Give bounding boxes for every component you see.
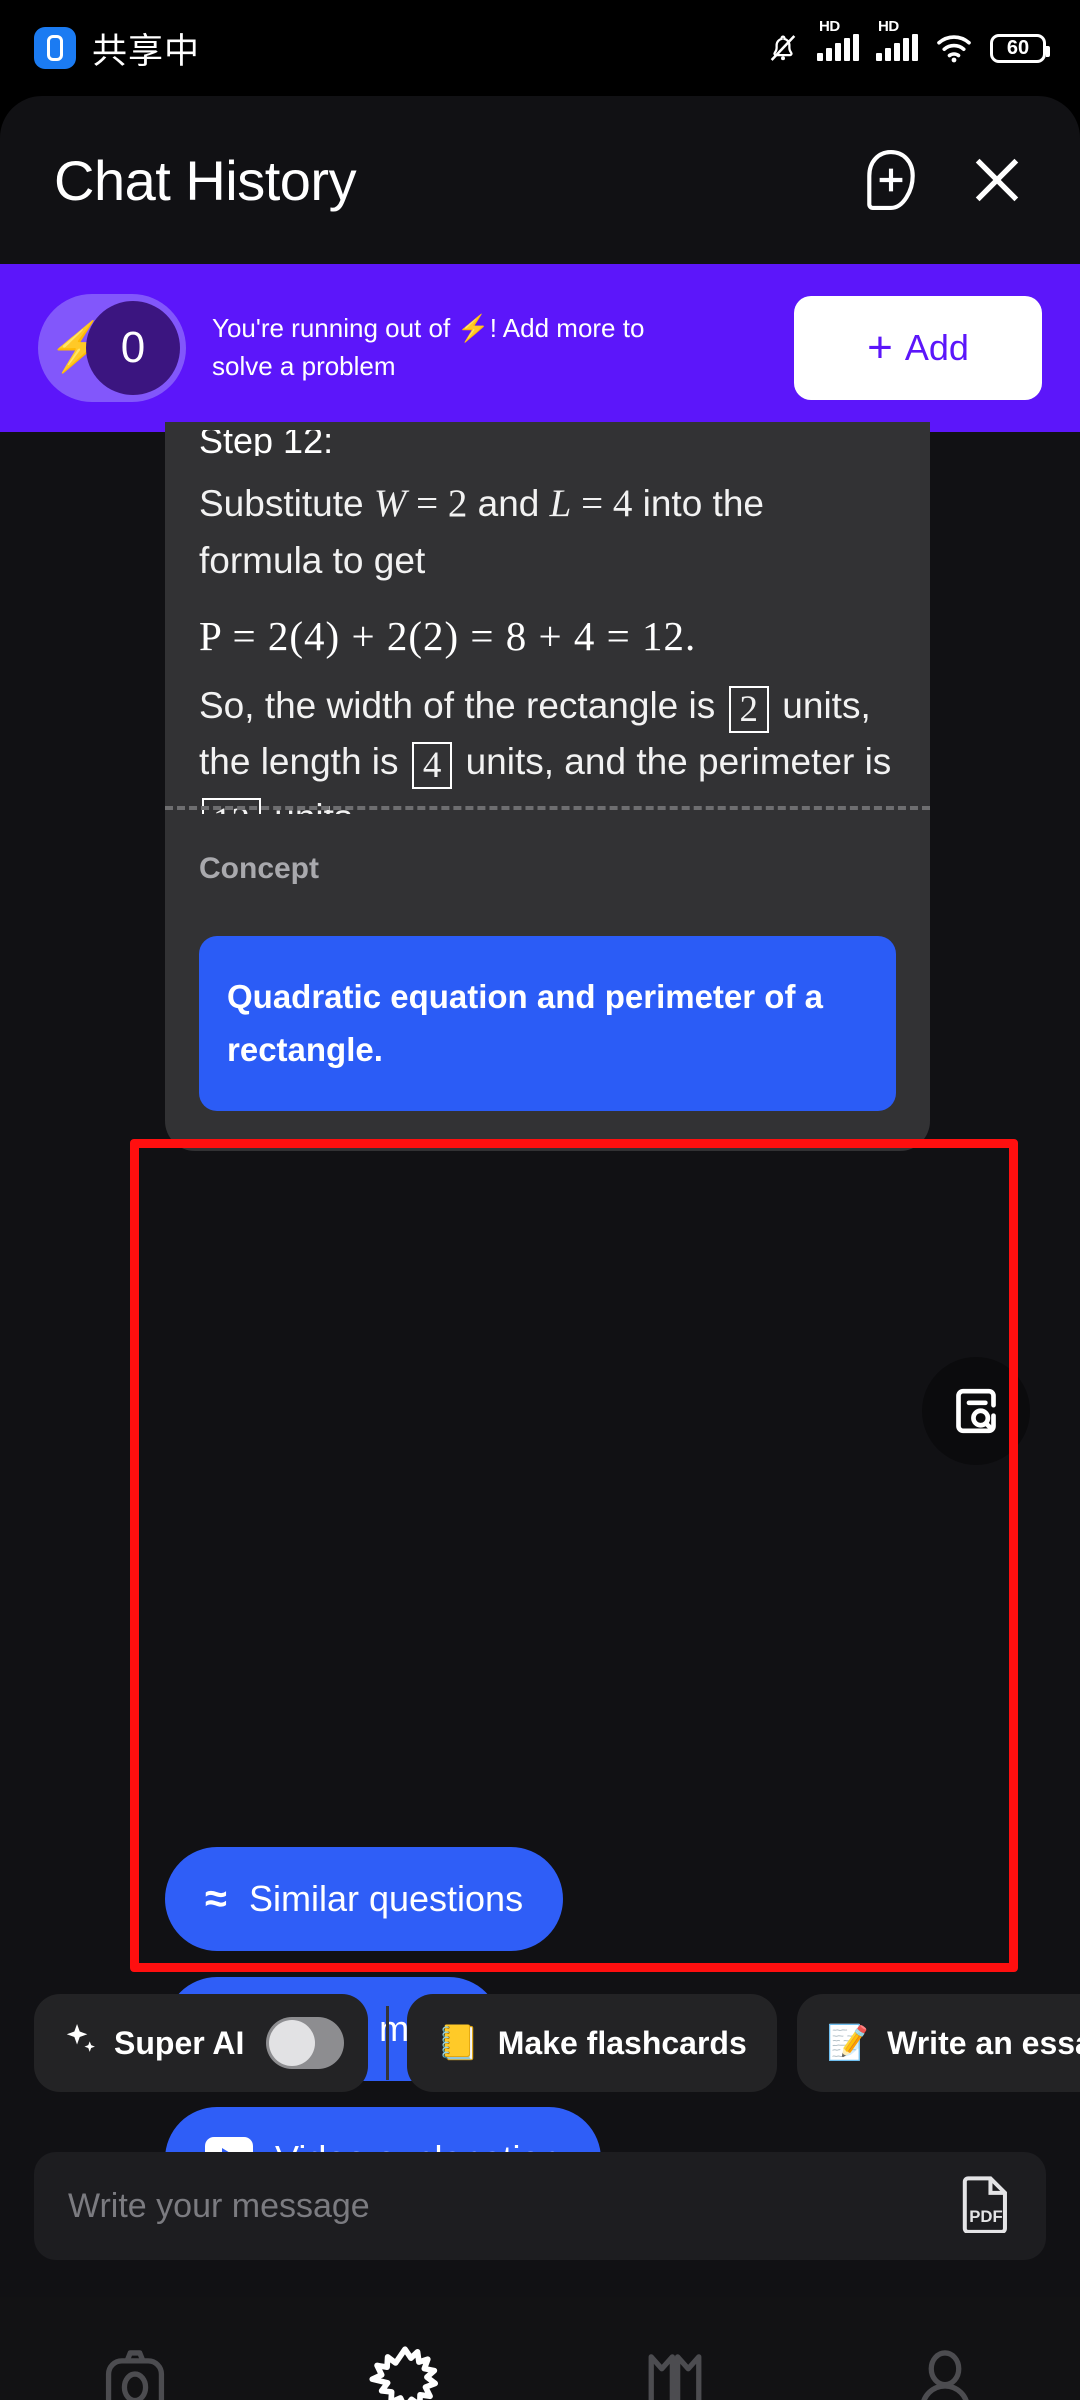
status-bar-right: HD HD 60: [766, 18, 1050, 65]
screen-share-icon: [34, 27, 76, 69]
concept-card: Concept Quadratic equation and perimeter…: [165, 814, 930, 1151]
l-value: 4: [612, 482, 633, 525]
var-w: W: [373, 482, 407, 525]
flashcards-icon: 📒: [437, 2024, 480, 2062]
substitute-mid: and: [467, 483, 550, 524]
credit-count: 0: [86, 301, 180, 395]
eq-1: =: [406, 482, 448, 525]
document-scan-search-icon: [956, 1388, 996, 1434]
result-mid-2: units, and the perimeter is: [455, 740, 892, 782]
concept-label: Concept: [199, 852, 319, 885]
make-flashcards-label: Make flashcards: [497, 2024, 747, 2061]
svg-text:PDF: PDF: [969, 2206, 1002, 2225]
chat-history-sheet: Chat History ⚡ 0 You're running out of ⚡…: [0, 96, 1080, 2400]
write-essay-chip[interactable]: 📝 Write an essay: [796, 1994, 1080, 2092]
page-title: Chat History: [54, 148, 357, 212]
book-icon: [648, 2354, 702, 2400]
status-bar: 共享中 HD HD 60: [0, 0, 1080, 96]
super-ai-label: Super AI: [114, 2024, 245, 2061]
chat-scroll-area[interactable]: Step 12: Substitute W = 2 and L = 4 into…: [0, 422, 1080, 2211]
new-chat-plus-icon[interactable]: [864, 149, 918, 211]
battery-indicator: 60: [990, 33, 1050, 63]
eq-2: =: [571, 482, 613, 525]
status-bar-left: 共享中: [34, 23, 200, 74]
similar-questions-label: Similar questions: [248, 1878, 524, 1919]
plus-icon: +: [867, 323, 893, 373]
substitute-prefix: Substitute: [199, 483, 374, 524]
step-label: Step 12:: [199, 430, 334, 456]
result-prefix: So, the width of the rectangle is: [199, 684, 726, 726]
perimeter-equation: P = 2(4) + 2(2) = 8 + 4 = 12.: [199, 612, 697, 659]
super-ai-toggle-chip[interactable]: Super AI: [34, 1994, 369, 2092]
essay-icon: 📝: [826, 2024, 870, 2062]
write-essay-label: Write an essay: [887, 2024, 1080, 2061]
cast-status-label: 共享中: [92, 31, 201, 71]
nav-item-library[interactable]: [540, 2345, 810, 2400]
signal-2: HD: [876, 18, 918, 61]
hd-label-1: HD: [819, 18, 840, 35]
camera-icon: [105, 2350, 165, 2400]
pdf-attach-icon[interactable]: PDF: [960, 2175, 1012, 2238]
nav-item-camera[interactable]: [0, 2345, 270, 2400]
section-divider: [165, 806, 930, 810]
add-credits-button[interactable]: + Add: [794, 296, 1042, 400]
add-credits-label: Add: [904, 327, 969, 368]
w-value: 2: [447, 482, 468, 525]
sparkle-icon: [62, 2020, 100, 2066]
make-flashcards-chip[interactable]: 📒 Make flashcards: [407, 1994, 777, 2092]
sheet-header: Chat History: [0, 96, 1080, 264]
message-input-bar[interactable]: Write your message PDF: [34, 2152, 1046, 2260]
signal-1: HD: [817, 18, 859, 61]
profile-icon: [921, 2350, 969, 2400]
nav-item-profile[interactable]: [810, 2345, 1080, 2400]
message-input-placeholder[interactable]: Write your message: [68, 2187, 370, 2226]
quick-action-toolbar[interactable]: Super AI 📒 Make flashcards 📝 Write an es…: [0, 1980, 1080, 2106]
phone-screen: 共享中 HD HD 60 Chat History ⚡ 0 You're run…: [0, 0, 1080, 2400]
document-scan-search-button[interactable]: [922, 1357, 1030, 1465]
similar-questions-button[interactable]: ≈ Similar questions: [165, 1847, 564, 1951]
credit-counter: ⚡ 0: [38, 294, 186, 402]
banner-message: You're running out of ⚡! Add more to sol…: [212, 313, 645, 381]
approximately-equal-icon: ≈: [205, 1877, 227, 1921]
boxed-length: 4: [411, 741, 453, 790]
concept-text: Quadratic equation and perimeter of a re…: [199, 936, 896, 1111]
bottom-navigation: [0, 2297, 1080, 2400]
credits-banner: ⚡ 0 You're running out of ⚡! Add more to…: [0, 264, 1080, 432]
bell-muted-icon: [770, 35, 796, 61]
substitute-line: Substitute W = 2 and L = 4 into the form…: [199, 474, 896, 590]
close-icon[interactable]: [968, 151, 1026, 209]
battery-level-label: 60: [1006, 36, 1030, 59]
super-ai-switch[interactable]: [266, 2017, 345, 2069]
hd-label-2: HD: [878, 18, 899, 35]
toolbar-divider: [386, 2006, 390, 2080]
wifi-icon: [937, 35, 971, 63]
nav-item-solve[interactable]: [270, 2345, 540, 2400]
boxed-width: 2: [728, 685, 770, 734]
var-l: L: [549, 482, 572, 525]
header-actions: [864, 149, 1026, 211]
starburst-icon: [369, 2346, 439, 2400]
